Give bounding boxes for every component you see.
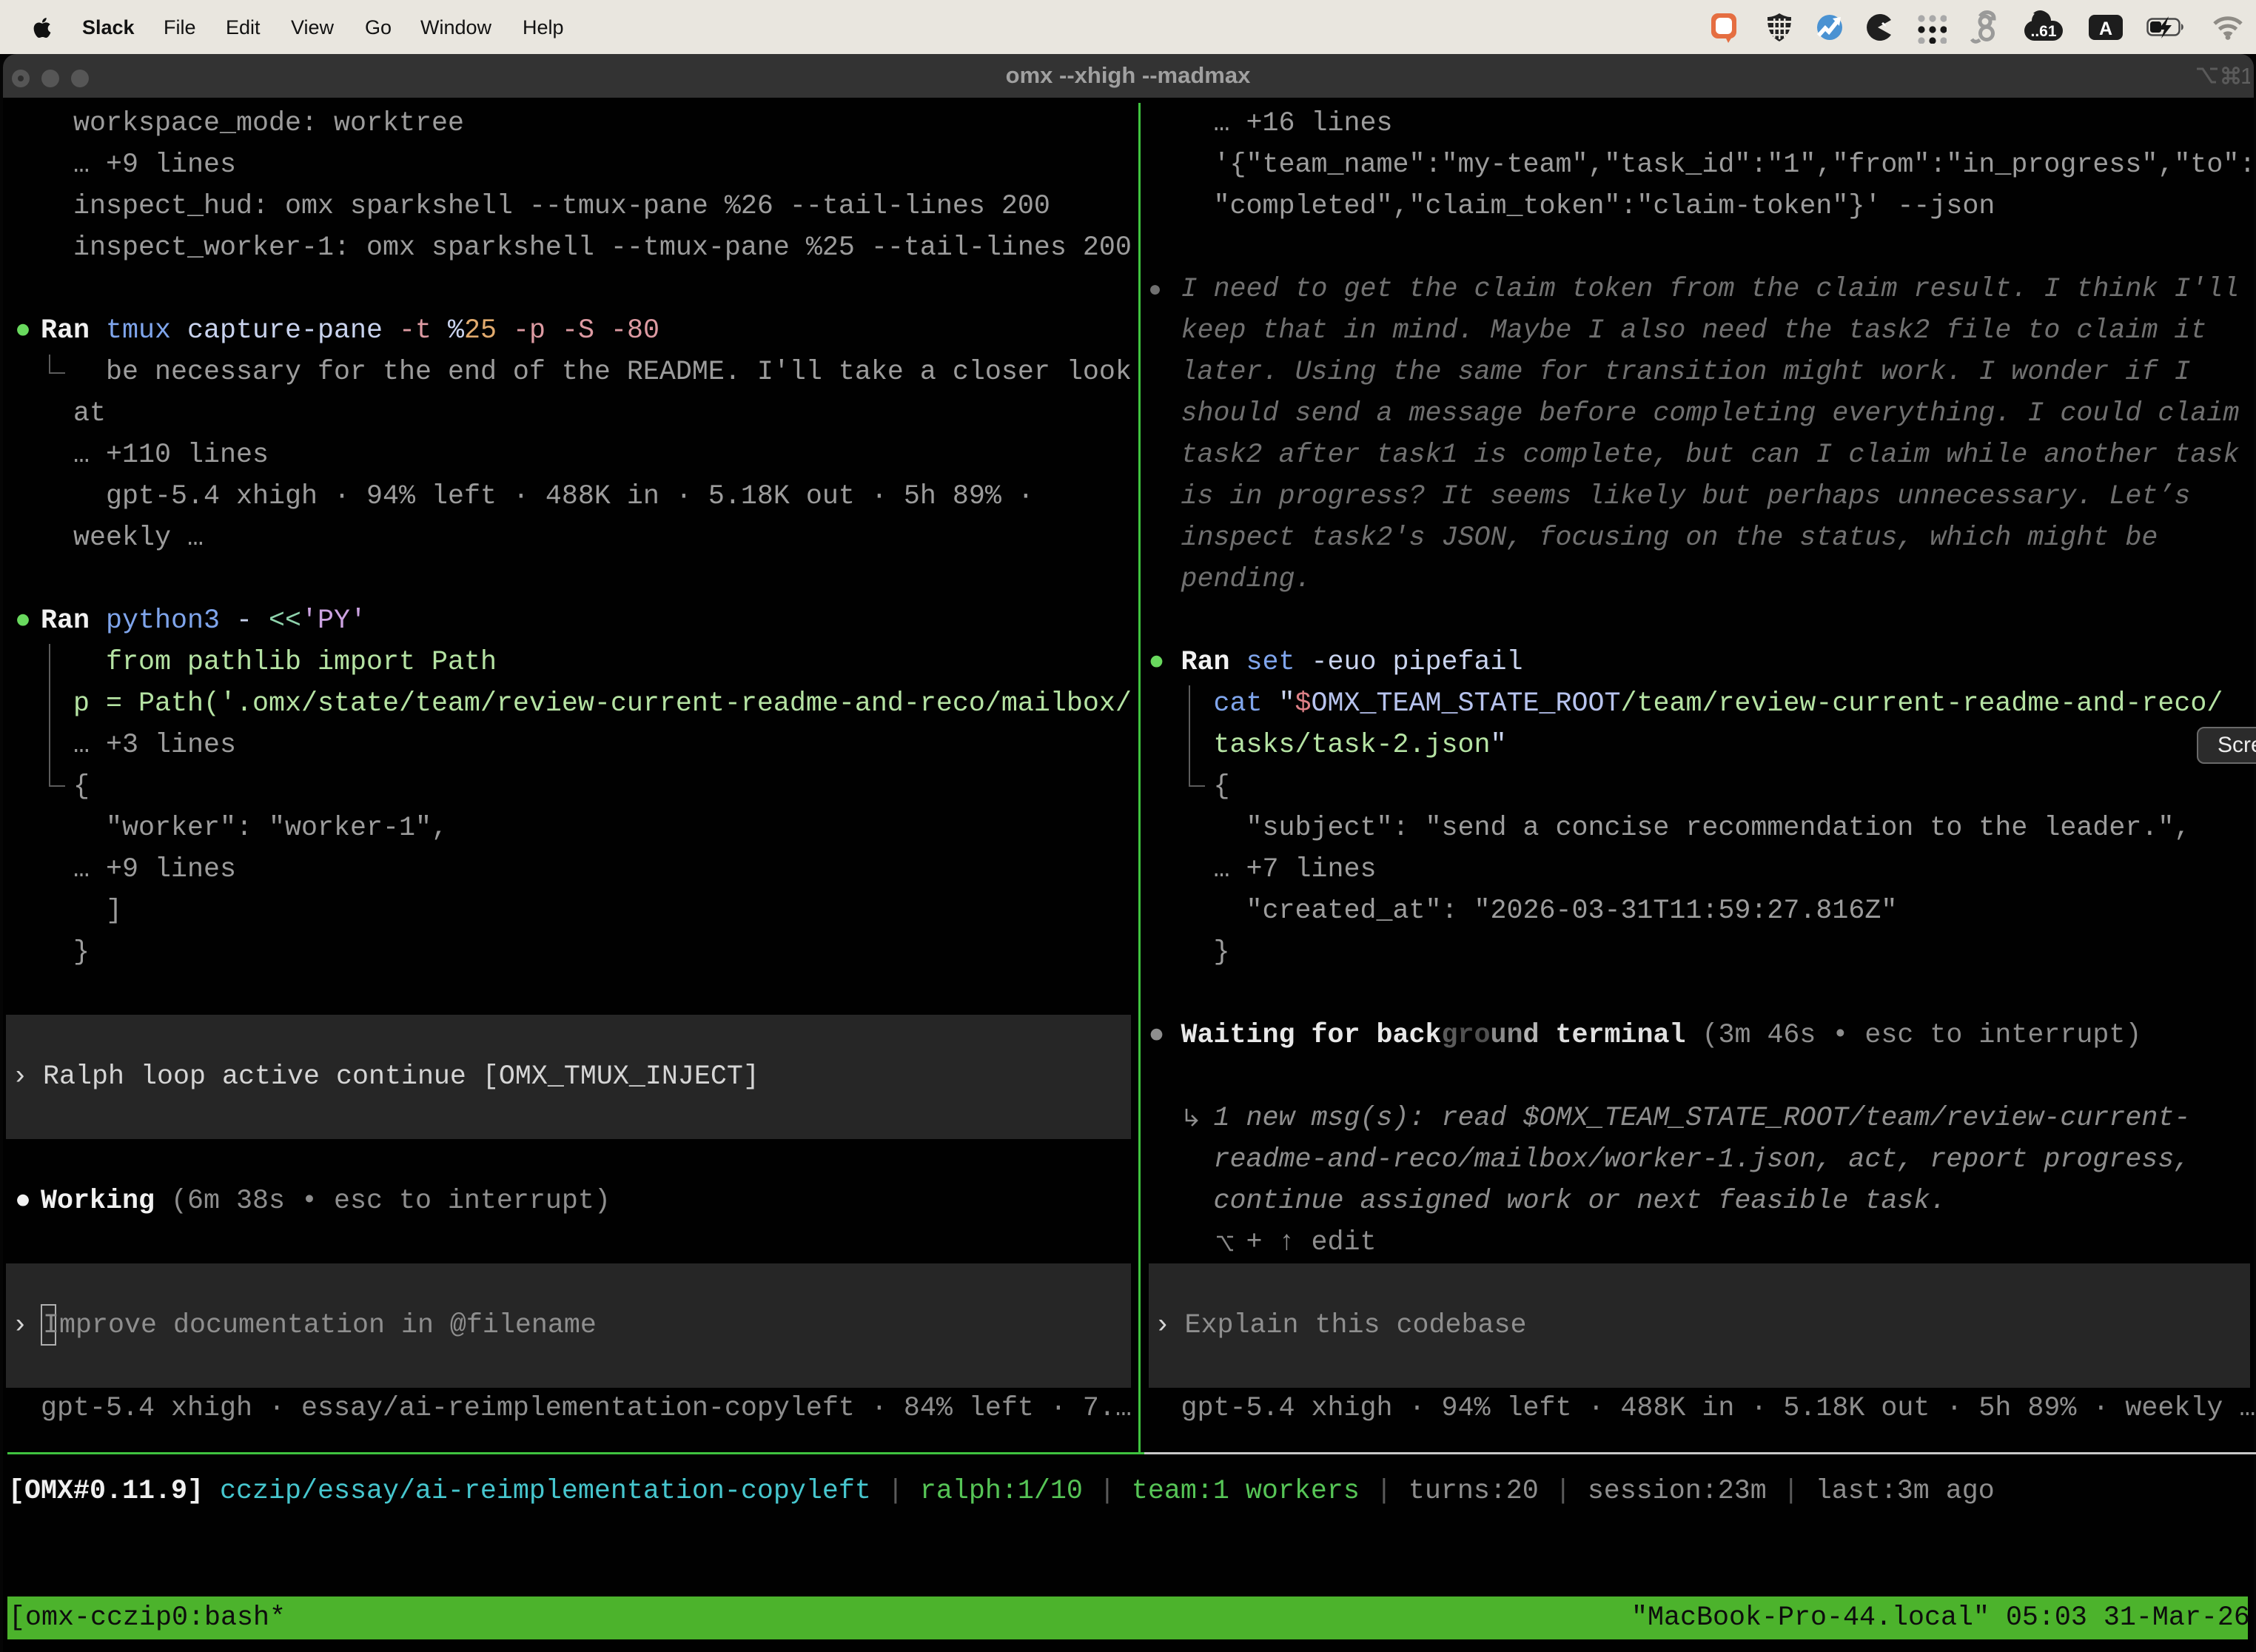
svg-text:A: A <box>2099 19 2112 39</box>
svg-text:..61: ..61 <box>2030 23 2056 40</box>
svg-text:1: 1 <box>2240 63 2250 89</box>
